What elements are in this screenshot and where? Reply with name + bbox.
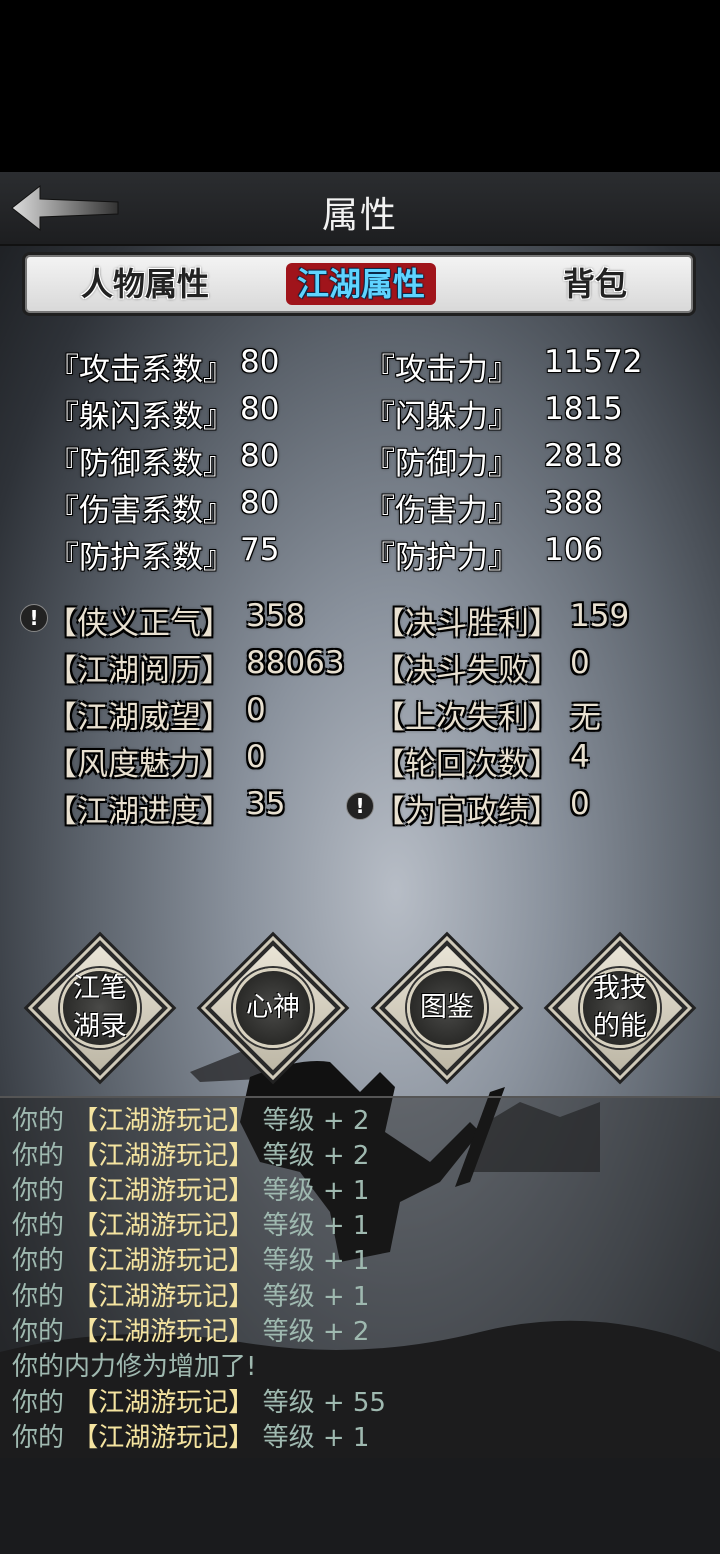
jianghu-notes-button[interactable]: 江笔 湖录 — [30, 938, 170, 1078]
stat-value: 388 — [544, 485, 604, 521]
stat-label: 『防御系数』 — [48, 446, 234, 482]
attr-label: 【为官政绩】 — [374, 794, 560, 830]
stat-value: 106 — [544, 532, 604, 568]
log-entry: 你的 【江湖游玩记】 等级 + 1 — [12, 1282, 370, 1312]
tab-jianghu-attributes[interactable]: 江湖属性 — [286, 263, 436, 305]
stat-value: 11572 — [544, 344, 643, 380]
log-entry: 你的 【江湖游玩记】 等级 + 1 — [12, 1423, 370, 1453]
attr-value: 88063 — [246, 645, 345, 681]
tab-character-attributes[interactable]: 人物属性 — [55, 263, 235, 305]
button-label: 江笔 湖录 — [73, 973, 127, 1042]
stat-value: 80 — [240, 438, 280, 474]
attr-value: 159 — [570, 598, 630, 634]
stat-label: 『攻击力』 — [364, 352, 519, 388]
stat-value: 75 — [240, 532, 280, 568]
log-entry: 你的 【江湖游玩记】 等级 + 1 — [12, 1246, 370, 1276]
page-title: 属性 — [321, 195, 398, 236]
attr-value: 35 — [246, 786, 286, 822]
codex-button[interactable]: 图鉴 — [377, 938, 517, 1078]
alert-icon[interactable]: ! — [20, 604, 48, 632]
attr-label: 【风度魅力】 — [46, 747, 232, 783]
tab-backpack[interactable]: 背包 — [525, 263, 665, 305]
attr-value: 4 — [570, 739, 590, 775]
attr-label: 【江湖威望】 — [46, 700, 232, 736]
stat-value: 80 — [240, 344, 280, 380]
attr-value: 0 — [246, 739, 266, 775]
mind-button[interactable]: 心神 — [203, 938, 343, 1078]
log-entry: 你的内力修为增加了! — [12, 1352, 257, 1382]
stat-label: 『伤害系数』 — [48, 493, 234, 529]
tab-bar: 人物属性 江湖属性 背包 — [22, 252, 696, 316]
attr-value: 0 — [246, 692, 266, 728]
stat-label: 『防御力』 — [364, 446, 519, 482]
attr-value: 0 — [570, 645, 590, 681]
alert-icon[interactable]: ! — [346, 792, 374, 820]
log-entry: 你的 【江湖游玩记】 等级 + 2 — [12, 1317, 370, 1347]
attr-label: 【江湖进度】 — [46, 794, 232, 830]
log-entry: 你的 【江湖游玩记】 等级 + 55 — [12, 1388, 386, 1418]
stat-label: 『防护力』 — [364, 540, 519, 576]
button-label: 心神 — [246, 992, 300, 1023]
stat-value: 1815 — [544, 391, 623, 427]
attr-label: 【江湖阅历】 — [46, 653, 232, 689]
attr-label: 【上次失利】 — [374, 700, 560, 736]
button-label: 我技 的能 — [593, 973, 647, 1042]
stat-label: 『攻击系数』 — [48, 352, 234, 388]
attr-label: 【侠义正气】 — [46, 606, 232, 642]
button-label: 图鉴 — [420, 992, 474, 1023]
stat-label: 『伤害力』 — [364, 493, 519, 529]
stat-label: 『闪躲力』 — [364, 399, 519, 435]
attr-label: 【决斗胜利】 — [374, 606, 560, 642]
log-entry: 你的 【江湖游玩记】 等级 + 2 — [12, 1106, 370, 1136]
attr-value: 无 — [570, 700, 601, 736]
attr-value: 358 — [246, 598, 306, 634]
stat-value: 80 — [240, 485, 280, 521]
stat-value: 80 — [240, 391, 280, 427]
stat-label: 『躲闪系数』 — [48, 399, 234, 435]
attr-value: 0 — [570, 786, 590, 822]
my-skills-button[interactable]: 我技 的能 — [550, 938, 690, 1078]
stat-value: 2818 — [544, 438, 623, 474]
log-entry: 你的 【江湖游玩记】 等级 + 1 — [12, 1176, 370, 1206]
attr-label: 【轮回次数】 — [374, 747, 560, 783]
log-entry: 你的 【江湖游玩记】 等级 + 1 — [12, 1211, 370, 1241]
stat-label: 『防护系数』 — [48, 540, 234, 576]
attr-label: 【决斗失败】 — [374, 653, 560, 689]
log-entry: 你的 【江湖游玩记】 等级 + 2 — [12, 1141, 370, 1171]
